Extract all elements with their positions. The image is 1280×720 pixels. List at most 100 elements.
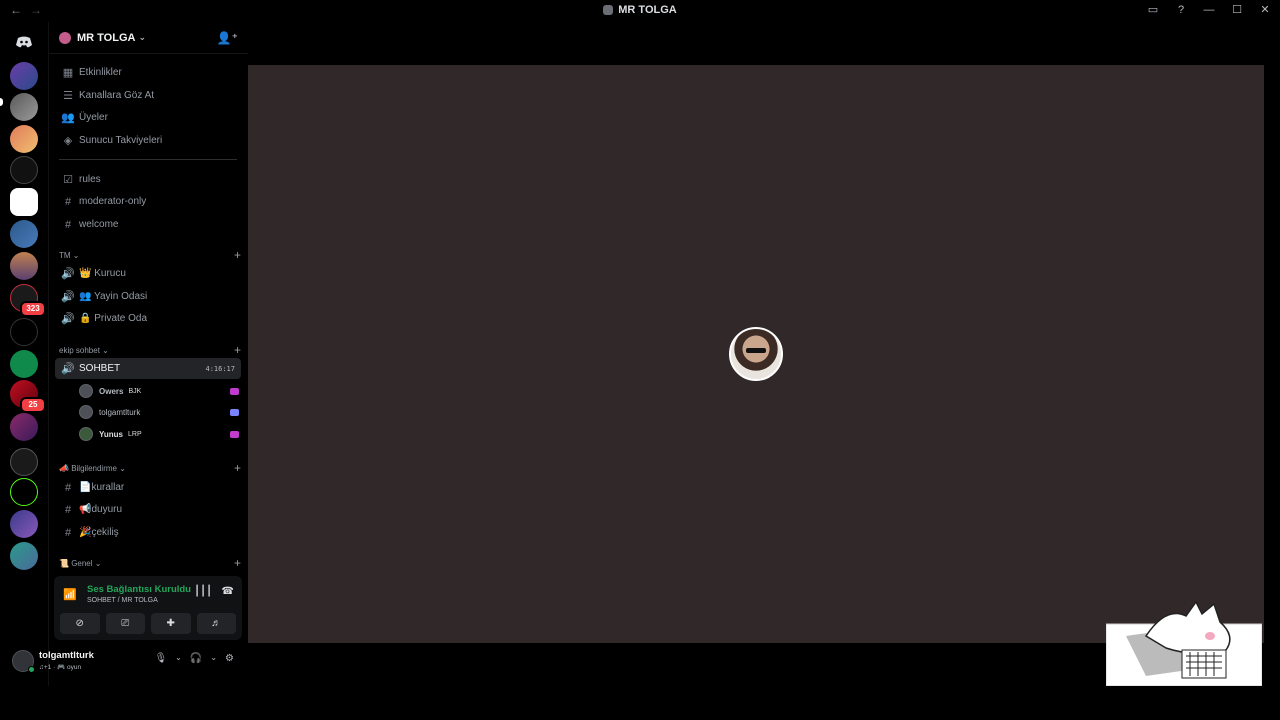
menu-item-members[interactable]: 👥 Üyeler: [55, 107, 241, 128]
channel-kurallar[interactable]: # 📄kurallar: [55, 477, 241, 498]
voice-user-tolgamtlturk[interactable]: tolgamtlturk: [79, 402, 239, 422]
divider: [59, 159, 237, 160]
voice-channel-yayin-odasi[interactable]: 🔊 👥 Yayin Odasi: [55, 286, 241, 307]
channel-moderator-only[interactable]: # moderator-only: [55, 191, 241, 212]
kick-server-icon[interactable]: [10, 478, 38, 506]
voice-channel-private-oda[interactable]: 🔊 🔒 Private Oda: [55, 308, 241, 329]
server-icon-4[interactable]: [10, 156, 38, 184]
soundboard-icon: ♬: [211, 618, 222, 629]
voice-channel-path[interactable]: SOHBET / MR TOLGA: [87, 597, 158, 604]
channel-label: rules: [79, 174, 101, 185]
headphones-icon[interactable]: 🎧: [190, 653, 202, 664]
activities-button[interactable]: ✚: [151, 613, 191, 634]
avatar: [79, 384, 93, 398]
noise-suppression-icon[interactable]: ┃┃┃: [194, 586, 212, 597]
menu-label: Üyeler: [79, 112, 108, 123]
server-icon-12[interactable]: [10, 413, 38, 441]
participant-avatar[interactable]: [729, 327, 783, 381]
user-panel: tolgamtlturk ♫+1 · 🎮 oyun 🎙 ⌄ 🎧 ⌄ ⚙: [6, 646, 242, 676]
category-genel[interactable]: 📜 Genel ⌄ +: [59, 556, 241, 570]
menu-item-events[interactable]: ▦ Etkinlikler: [55, 62, 241, 83]
server-header[interactable]: MR TOLGA ⌄ 👤⁺: [49, 22, 248, 54]
user-name: tolgamtlturk: [99, 407, 141, 417]
server-icon-16[interactable]: [10, 542, 38, 570]
signal-icon[interactable]: 📶: [60, 584, 80, 604]
user-tag: BJK: [128, 387, 142, 395]
add-channel-icon[interactable]: +: [234, 248, 241, 262]
server-rail: 323 25: [0, 22, 48, 686]
menu-item-server-boosts[interactable]: ◈ Sunucu Takviyeleri: [55, 130, 241, 151]
server-icon-13[interactable]: [10, 448, 38, 476]
chevron-down-icon[interactable]: ⌄: [210, 653, 217, 664]
server-icon: [603, 5, 614, 15]
channel-label: 🎉çekiliş: [79, 527, 119, 538]
voice-user-owers[interactable]: Owers BJK: [79, 381, 239, 401]
inbox-icon[interactable]: ▭: [1146, 3, 1160, 16]
microphone-icon[interactable]: 🎙: [154, 653, 167, 664]
voice-status-text[interactable]: Ses Bağlantısı Kuruldu: [87, 584, 191, 595]
server-avatar-icon: [59, 31, 71, 44]
screen-share-button[interactable]: ⎚: [105, 613, 145, 634]
hash-icon: #: [64, 526, 72, 539]
boost-icon: ◈: [63, 135, 73, 147]
voice-call-view: [248, 22, 1264, 686]
add-channel-icon[interactable]: +: [234, 461, 241, 475]
channel-label: 👑 Kurucu: [79, 268, 126, 279]
valorant-server-icon[interactable]: [10, 350, 38, 378]
category-label: ekip sohbet: [59, 345, 100, 355]
speaker-icon: 🔊: [61, 291, 75, 303]
voice-connection-panel: 📶 Ses Bağlantısı Kuruldu SOHBET / MR TOL…: [54, 576, 242, 640]
hash-icon: #: [64, 503, 72, 516]
user-status: ♫+1 · 🎮 oyun: [39, 664, 82, 671]
server-icon-7[interactable]: [10, 252, 38, 280]
close-icon[interactable]: ✕: [1258, 3, 1272, 16]
window-title: MR TOLGA: [0, 4, 1280, 16]
user-name[interactable]: tolgamtlturk: [39, 650, 94, 661]
voice-channel-sohbet[interactable]: 🔊 SOHBET 4:16:17: [55, 358, 241, 379]
help-icon[interactable]: ?: [1174, 4, 1188, 16]
menu-item-browse-channels[interactable]: ☰ Kanallara Göz At: [55, 85, 241, 106]
user-name: Yunus: [99, 429, 124, 439]
channel-welcome[interactable]: # welcome: [55, 214, 241, 235]
call-timer: 4:16:17: [205, 364, 235, 373]
menu-label: Etkinlikler: [79, 67, 122, 78]
category-label: TM: [59, 250, 71, 260]
invite-people-icon[interactable]: 👤⁺: [217, 31, 238, 45]
hash-icon: #: [64, 218, 72, 231]
discord-home-icon[interactable]: [10, 28, 38, 56]
server-icon-5[interactable]: [10, 188, 38, 216]
category-label: Bilgilendirme: [71, 463, 117, 473]
channel-rules[interactable]: ☑ rules: [55, 169, 241, 190]
camera-off-icon: ⊘: [75, 618, 84, 629]
channel-cekilis[interactable]: # 🎉çekiliş: [55, 522, 241, 543]
settings-gear-icon[interactable]: ⚙: [225, 653, 234, 664]
voice-user-yunus[interactable]: Yunus LRP: [79, 424, 239, 444]
voice-channel-kurucu[interactable]: 🔊 👑 Kurucu: [55, 263, 241, 284]
server-icon-9[interactable]: [10, 318, 38, 346]
camera-off-button[interactable]: ⊘: [60, 613, 100, 634]
chevron-down-icon[interactable]: ⌄: [175, 653, 182, 664]
add-channel-icon[interactable]: +: [234, 343, 241, 357]
voice-action-buttons: ⊘ ⎚ ✚ ♬: [60, 613, 236, 635]
minimize-icon[interactable]: —: [1202, 4, 1216, 16]
server-icon-1[interactable]: [10, 62, 38, 90]
rules-icon: ☑: [63, 174, 73, 186]
menu-label: Kanallara Göz At: [79, 90, 155, 101]
channel-duyuru[interactable]: # 📢duyuru: [55, 499, 241, 520]
user-name: Owers: [99, 386, 124, 396]
soundboard-button[interactable]: ♬: [196, 613, 236, 634]
channel-label: 👥 Yayin Odasi: [79, 291, 148, 302]
category-ekip-sohbet[interactable]: ekip sohbet ⌄ +: [59, 343, 241, 357]
server-icon-15[interactable]: [10, 510, 38, 538]
activity-icon: [230, 387, 239, 395]
screen-share-icon: ⎚: [121, 618, 130, 629]
category-tm[interactable]: TM ⌄ +: [59, 248, 241, 262]
avatar: [79, 427, 93, 441]
category-bilgilendirme[interactable]: 📣 Bilgilendirme ⌄ +: [59, 461, 241, 475]
server-icon-2[interactable]: [10, 93, 38, 121]
disconnect-icon[interactable]: ☎: [222, 586, 234, 597]
server-icon-6[interactable]: [10, 220, 38, 248]
maximize-icon[interactable]: ☐: [1230, 3, 1244, 16]
add-channel-icon[interactable]: +: [234, 556, 241, 570]
server-icon-3[interactable]: [10, 125, 38, 153]
